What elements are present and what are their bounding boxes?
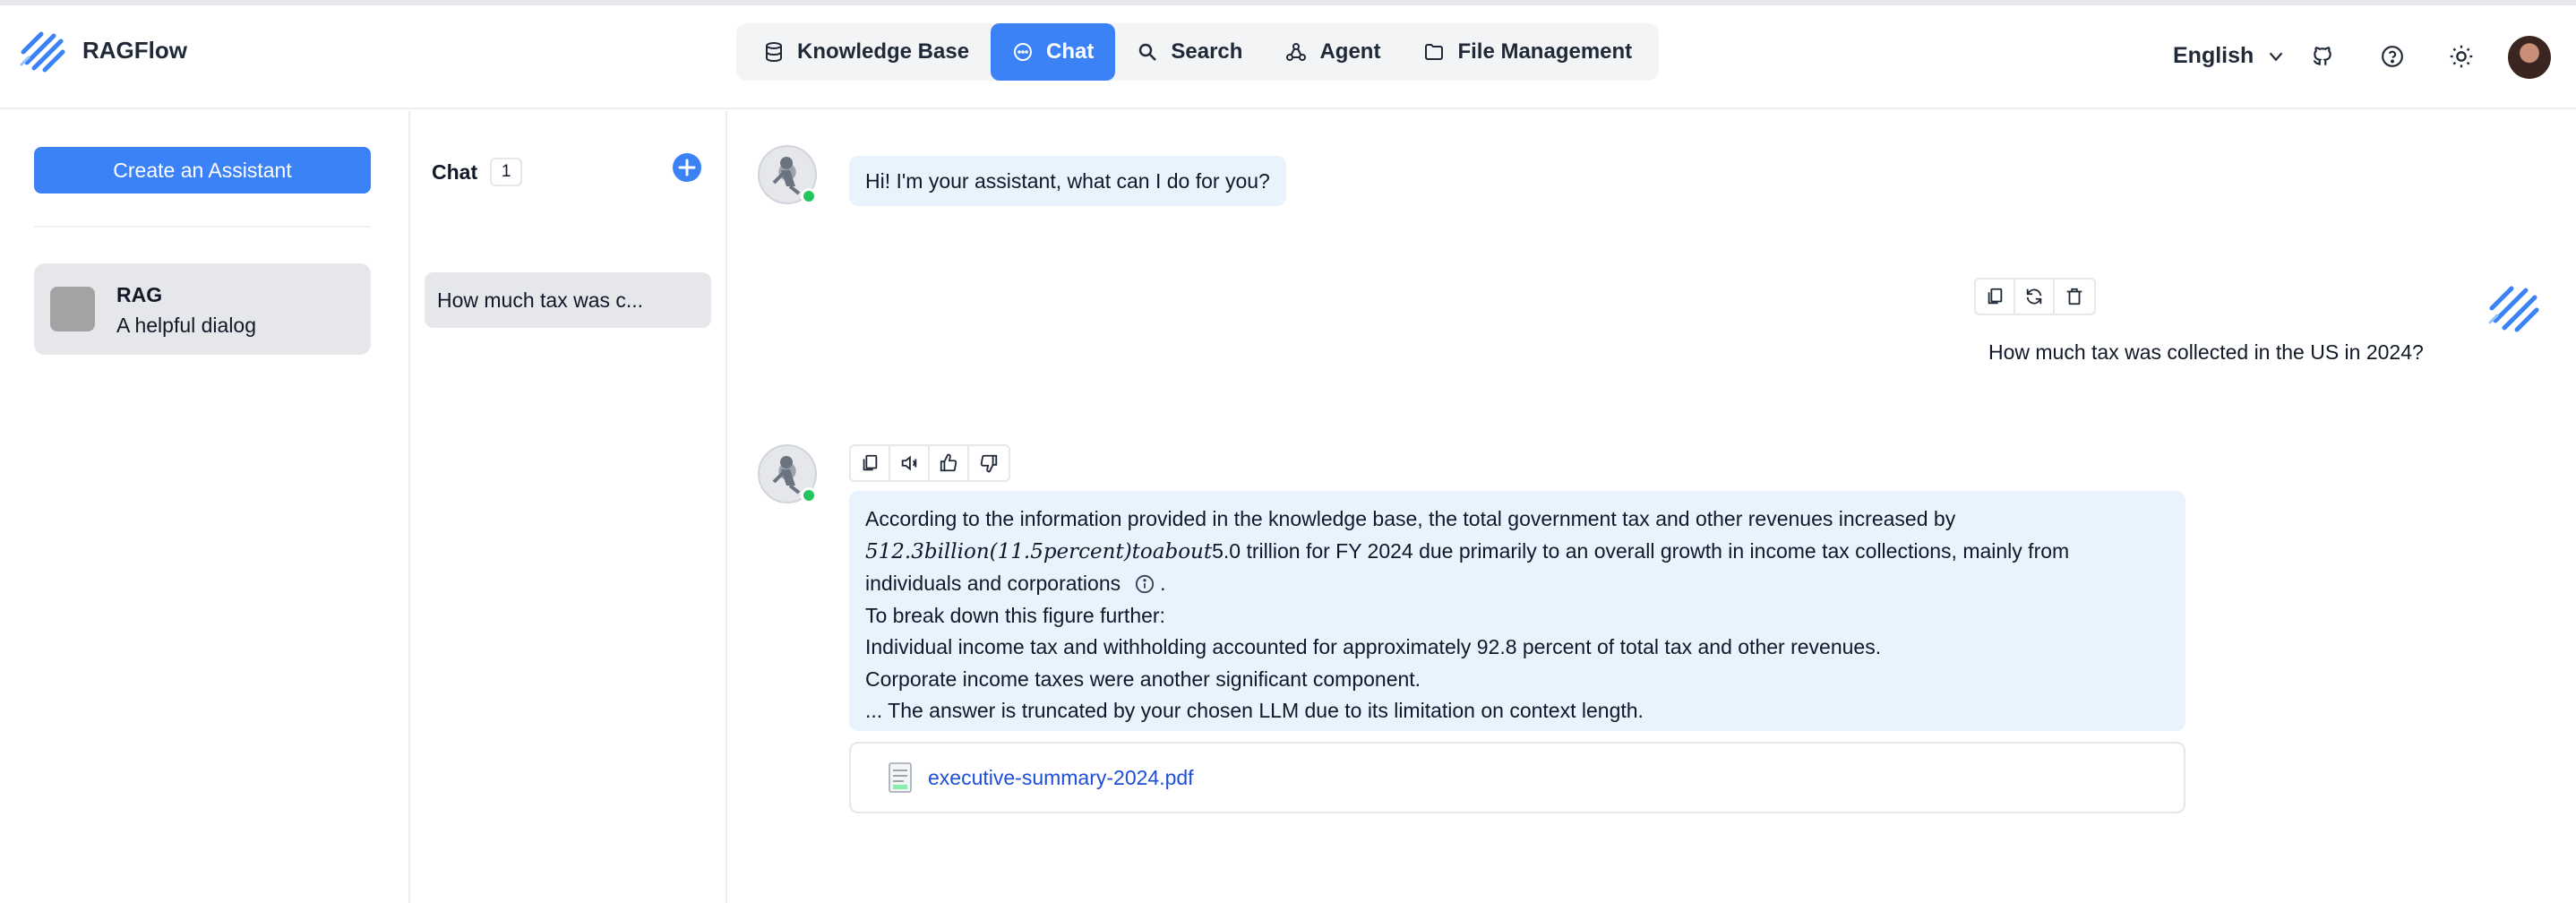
answer-line: According to the information provided in… bbox=[865, 507, 1956, 530]
chat-list-panel: Chat 1 How much tax was c... bbox=[412, 111, 727, 903]
chat-list-item[interactable]: How much tax was c... bbox=[425, 272, 711, 328]
nav-chat[interactable]: Chat bbox=[991, 23, 1116, 81]
assistant-greeting-bubble: Hi! I'm your assistant, what can I do fo… bbox=[849, 156, 1286, 206]
copy-button[interactable] bbox=[851, 446, 890, 480]
assistant-answer-bubble: According to the information provided in… bbox=[849, 491, 2185, 731]
language-select[interactable]: English bbox=[2173, 43, 2286, 69]
nav-label: File Management bbox=[1457, 39, 1633, 64]
copy-button[interactable] bbox=[1976, 280, 2015, 314]
thumbs-up-button[interactable] bbox=[930, 446, 969, 480]
assistant-avatar bbox=[50, 287, 95, 331]
assistant-description: A helpful dialog bbox=[116, 314, 257, 337]
online-status-dot bbox=[801, 487, 817, 503]
top-header: RAGFlow Knowledge Base Chat Search Agent… bbox=[0, 5, 2576, 109]
assistant-name: RAG bbox=[116, 283, 163, 306]
thumbs-up-icon bbox=[940, 453, 957, 472]
help-button[interactable] bbox=[2379, 43, 2406, 70]
user-logo-avatar-icon bbox=[2488, 286, 2539, 332]
nav-label: Knowledge Base bbox=[797, 39, 970, 64]
user-message: How much tax was collected in the US in … bbox=[1988, 340, 2424, 364]
assistant-message-actions bbox=[849, 444, 1010, 482]
speaker-icon bbox=[901, 455, 917, 471]
nav-search[interactable]: Search bbox=[1115, 23, 1264, 81]
answer-text: . bbox=[1160, 572, 1166, 595]
assistant-panel: Create an Assistant RAG A helpful dialog bbox=[0, 111, 410, 903]
regenerate-button[interactable] bbox=[2015, 280, 2055, 314]
divider bbox=[34, 226, 371, 228]
search-icon bbox=[1139, 43, 1157, 61]
ragflow-logo-icon bbox=[20, 31, 65, 73]
conversation-area: Hi! I'm your assistant, what can I do fo… bbox=[729, 111, 2576, 903]
copy-icon bbox=[863, 454, 878, 471]
trash-icon bbox=[2066, 288, 2082, 305]
nav-file-management[interactable]: File Management bbox=[1402, 23, 1653, 81]
user-avatar[interactable] bbox=[2508, 36, 2551, 79]
theme-toggle-button[interactable] bbox=[2448, 43, 2475, 70]
app-name: RAGFlow bbox=[82, 36, 187, 64]
answer-line: Individual income tax and withholding ac… bbox=[865, 635, 1882, 658]
chat-list-title: Chat bbox=[432, 159, 478, 184]
assistant-card-rag[interactable]: RAG A helpful dialog bbox=[34, 263, 371, 355]
reference-file-card[interactable]: executive-summary-2024.pdf bbox=[849, 742, 2185, 813]
copy-icon bbox=[1988, 288, 2003, 305]
answer-line: 512.3billion(11.5percent)toabout5.0 tril… bbox=[865, 536, 2169, 569]
pdf-file-icon bbox=[889, 762, 912, 793]
answer-line: individuals and corporations. bbox=[865, 568, 2169, 600]
citation-info-icon[interactable] bbox=[1135, 574, 1155, 594]
chat-count-badge: 1 bbox=[490, 158, 523, 186]
chat-bubble-icon bbox=[1014, 43, 1033, 61]
help-icon bbox=[2382, 46, 2403, 67]
nav-label: Chat bbox=[1046, 39, 1095, 64]
answer-text: individuals and corporations bbox=[865, 572, 1121, 595]
answer-math-text: 512.3billion(11.5percent)toabout bbox=[865, 539, 1213, 563]
delete-button[interactable] bbox=[2055, 280, 2094, 314]
answer-line: ... The answer is truncated by your chos… bbox=[865, 699, 1644, 722]
theme-sun-icon bbox=[2450, 45, 2473, 68]
answer-line: Corporate income taxes were another sign… bbox=[865, 666, 1421, 691]
chat-list-header: Chat 1 bbox=[432, 158, 523, 186]
nav-knowledge-base[interactable]: Knowledge Base bbox=[742, 23, 991, 81]
reference-file-link[interactable]: executive-summary-2024.pdf bbox=[928, 766, 1194, 790]
online-status-dot bbox=[801, 188, 817, 204]
refresh-icon bbox=[2026, 288, 2042, 305]
answer-text: 5.0 trillion for FY 2024 due primarily t… bbox=[1212, 538, 2070, 563]
thumbs-down-button[interactable] bbox=[969, 446, 1009, 480]
answer-line: To break down this figure further: bbox=[865, 603, 1165, 627]
thumbs-down-icon bbox=[980, 454, 998, 473]
main-nav: Knowledge Base Chat Search Agent File Ma… bbox=[736, 23, 1660, 81]
assistant-avatar bbox=[758, 145, 817, 204]
language-label: English bbox=[2173, 43, 2254, 68]
create-assistant-button[interactable]: Create an Assistant bbox=[34, 147, 371, 194]
read-aloud-button[interactable] bbox=[890, 446, 930, 480]
database-icon bbox=[766, 42, 782, 63]
user-message-actions bbox=[1974, 278, 2096, 315]
assistant-avatar bbox=[758, 444, 817, 503]
chevron-down-icon bbox=[2270, 52, 2283, 61]
nav-label: Agent bbox=[1319, 39, 1381, 64]
github-icon bbox=[2313, 47, 2331, 65]
nav-label: Search bbox=[1171, 39, 1243, 64]
folder-icon bbox=[1425, 44, 1444, 60]
add-chat-icon[interactable] bbox=[672, 152, 702, 183]
brand[interactable]: RAGFlow bbox=[18, 25, 187, 75]
nav-agent[interactable]: Agent bbox=[1264, 23, 1402, 81]
agent-graph-icon bbox=[1286, 43, 1307, 61]
github-button[interactable] bbox=[2309, 43, 2336, 70]
